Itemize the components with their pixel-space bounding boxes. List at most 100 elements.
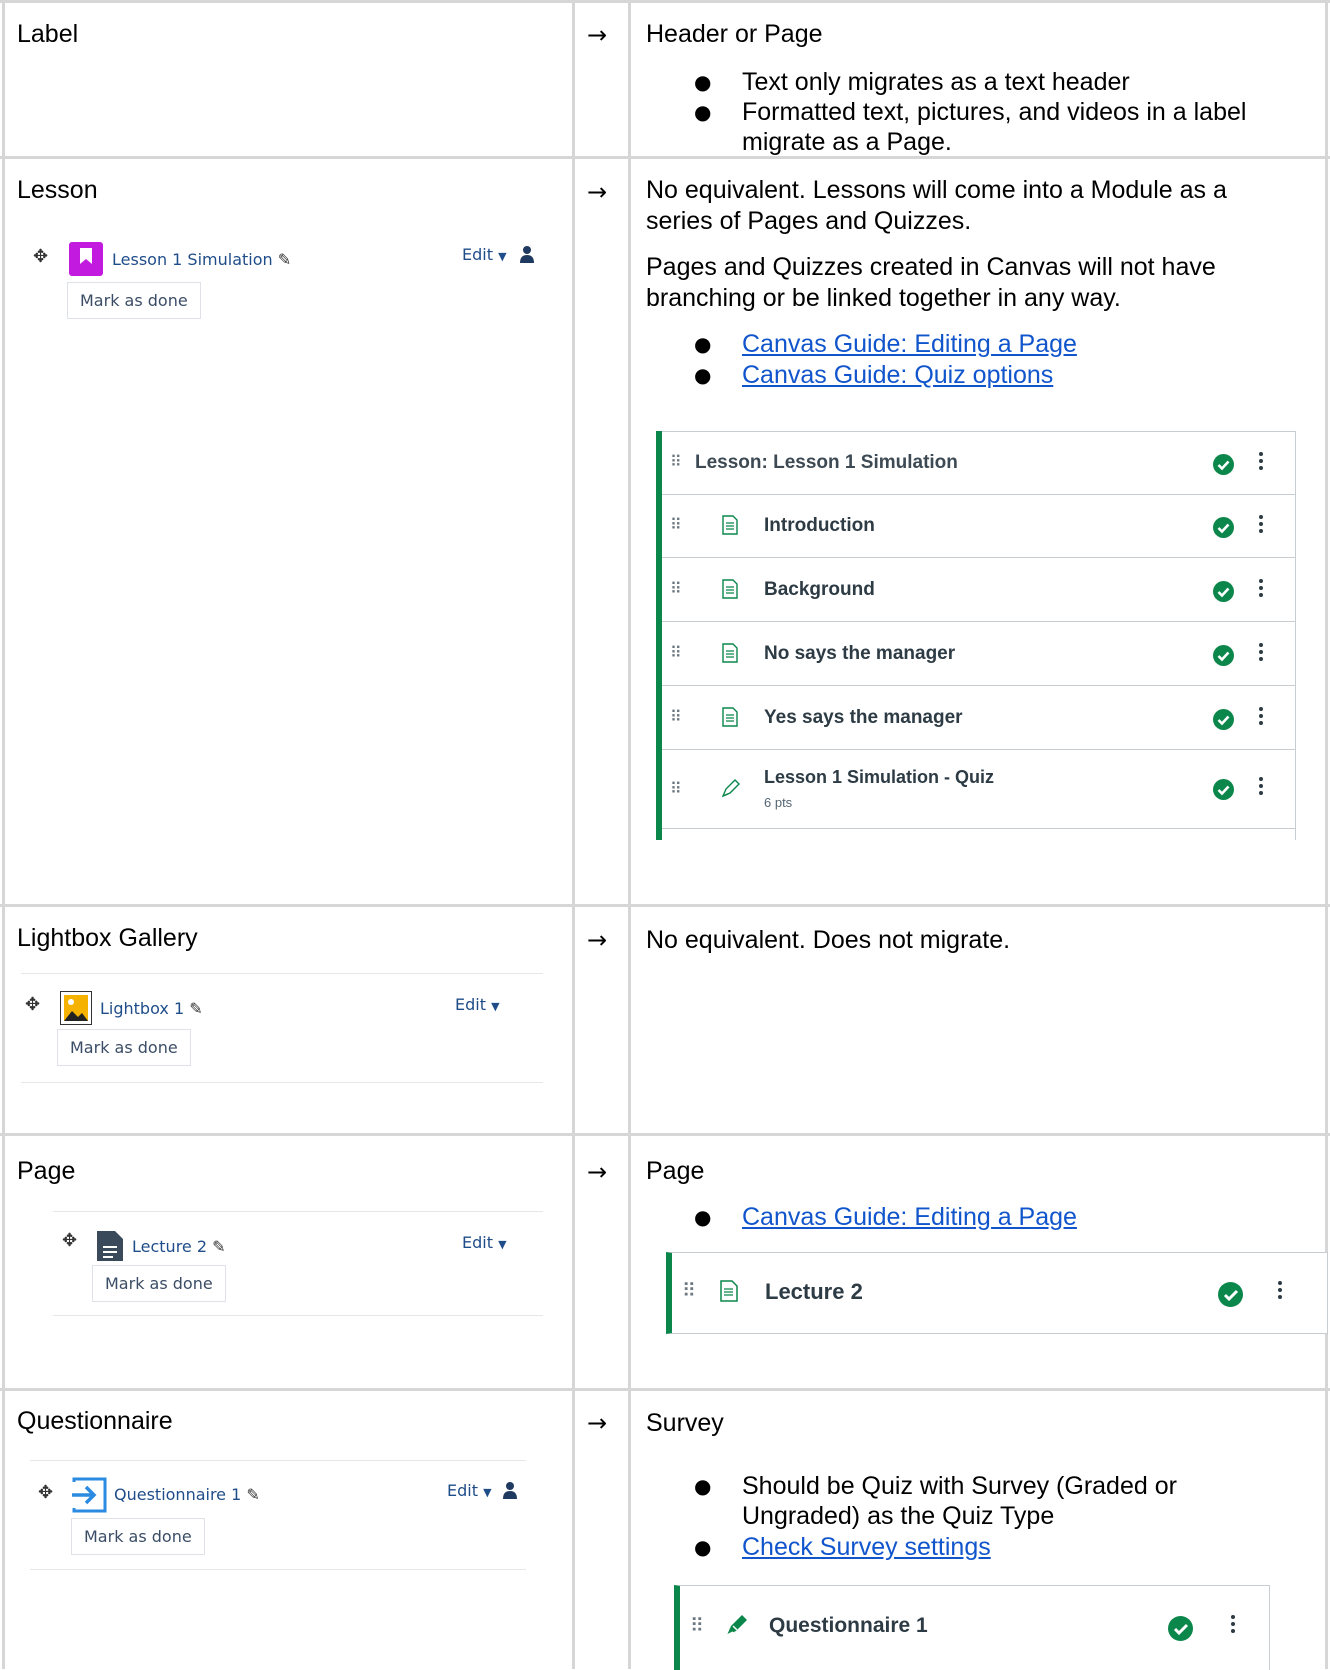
canvas-guide-editing-page-link[interactable]: Canvas Guide: Editing a Page	[742, 329, 1077, 359]
published-check-icon[interactable]	[1213, 517, 1234, 538]
image-icon	[60, 991, 92, 1025]
module-item[interactable]: ⠿ Introduction	[662, 493, 1295, 558]
kebab-menu-icon[interactable]	[1259, 707, 1263, 728]
kebab-menu-icon[interactable]	[1259, 515, 1263, 536]
canvas-text: branching or be linked together in any w…	[646, 284, 1121, 312]
drag-handle-icon[interactable]: ⠿	[670, 707, 682, 727]
row-divider	[0, 1133, 1330, 1136]
col-divider	[572, 0, 575, 1669]
published-check-icon[interactable]	[1213, 454, 1234, 475]
page-icon	[722, 643, 738, 668]
page-activity-link[interactable]: Lecture 2 ✎	[132, 1237, 226, 1256]
moodle-page-title: Page	[17, 1157, 76, 1185]
page-icon	[722, 515, 738, 540]
caret-down-icon: ▼	[491, 1000, 500, 1013]
arrow: →	[587, 1158, 608, 1186]
drag-handle-icon[interactable]: ⠿	[670, 643, 682, 663]
row-divider	[0, 0, 1330, 3]
moodle-label-title: Label	[17, 20, 79, 48]
canvas-module-item[interactable]: ⠿ Questionnaire 1	[674, 1585, 1270, 1670]
col-divider	[1325, 0, 1328, 1669]
drag-handle-icon[interactable]: ⠿	[670, 579, 682, 599]
published-check-icon[interactable]	[1213, 779, 1234, 800]
canvas-guide-editing-page-link[interactable]: Canvas Guide: Editing a Page	[742, 1202, 1077, 1232]
module-header[interactable]: ⠿ Lesson: Lesson 1 Simulation	[662, 431, 1295, 495]
lesson-activity-link[interactable]: Lesson 1 Simulation ✎	[112, 250, 291, 269]
drag-handle-icon[interactable]: ⠿	[690, 1615, 704, 1638]
page-icon	[722, 579, 738, 604]
module-item[interactable]: ⠿ Background	[662, 557, 1295, 622]
kebab-menu-icon[interactable]	[1278, 1281, 1282, 1302]
move-icon[interactable]: ✥	[62, 1230, 77, 1251]
separator	[53, 1315, 543, 1316]
kebab-menu-icon[interactable]	[1259, 579, 1263, 600]
separator	[30, 1569, 526, 1570]
pencil-icon[interactable]: ✎	[189, 999, 202, 1018]
col-divider	[628, 0, 631, 1669]
quiz-icon	[720, 777, 742, 804]
page-icon	[722, 707, 738, 732]
published-check-icon[interactable]	[1218, 1282, 1243, 1307]
quiz-icon	[724, 1612, 750, 1643]
module-item[interactable]: ⠿ No says the manager	[662, 621, 1295, 686]
edit-dropdown[interactable]: Edit ▼	[455, 995, 500, 1014]
pencil-icon[interactable]: ✎	[278, 250, 291, 269]
published-check-icon[interactable]	[1213, 709, 1234, 730]
canvas-title: Page	[646, 1157, 705, 1185]
edit-dropdown[interactable]: Edit ▼	[462, 245, 507, 264]
moodle-questionnaire-title: Questionnaire	[17, 1407, 173, 1435]
separator	[21, 973, 543, 974]
user-icon	[503, 1481, 517, 1504]
kebab-menu-icon[interactable]	[1259, 452, 1263, 473]
questionnaire-activity-link[interactable]: Questionnaire 1 ✎	[114, 1485, 260, 1504]
enter-icon	[70, 1476, 108, 1519]
module-item[interactable]: ⠿ Lesson 1 Simulation - Quiz 6 pts	[662, 749, 1295, 829]
module-item[interactable]: ⠿ Yes says the manager	[662, 685, 1295, 750]
moodle-lesson-title: Lesson	[17, 176, 98, 204]
caret-down-icon: ▼	[498, 250, 507, 263]
canvas-module: ⠿ Lesson: Lesson 1 Simulation ⠿ Introduc…	[656, 431, 1296, 840]
page-icon	[720, 1280, 738, 1307]
caret-down-icon: ▼	[498, 1238, 507, 1251]
kebab-menu-icon[interactable]	[1259, 777, 1263, 798]
kebab-menu-icon[interactable]	[1231, 1615, 1235, 1636]
canvas-text: Pages and Quizzes created in Canvas will…	[646, 253, 1216, 281]
points-label: 6 pts	[764, 795, 793, 810]
mark-as-done-button[interactable]: Mark as done	[67, 282, 201, 319]
user-icon	[520, 245, 534, 268]
canvas-module-item[interactable]: ⠿ Lecture 2	[666, 1252, 1328, 1334]
canvas-text: No equivalent. Lessons will come into a …	[646, 176, 1227, 204]
arrow: →	[587, 21, 608, 49]
col-divider	[2, 0, 5, 1669]
edit-dropdown[interactable]: Edit ▼	[447, 1481, 492, 1500]
kebab-menu-icon[interactable]	[1259, 643, 1263, 664]
move-icon[interactable]: ✥	[33, 246, 48, 267]
mark-as-done-button[interactable]: Mark as done	[57, 1029, 191, 1066]
mark-as-done-button[interactable]: Mark as done	[71, 1518, 205, 1555]
file-icon	[95, 1230, 125, 1267]
check-survey-settings-link[interactable]: Check Survey settings	[742, 1532, 991, 1562]
pencil-icon[interactable]: ✎	[246, 1485, 259, 1504]
drag-handle-icon[interactable]: ⠿	[682, 1280, 696, 1303]
row-divider	[0, 904, 1330, 907]
separator	[53, 1211, 543, 1212]
published-check-icon[interactable]	[1213, 645, 1234, 666]
separator	[30, 1460, 526, 1461]
canvas-guide-quiz-options-link[interactable]: Canvas Guide: Quiz options	[742, 360, 1053, 390]
arrow: →	[587, 178, 608, 206]
canvas-title: Header or Page	[646, 20, 823, 48]
pencil-icon[interactable]: ✎	[212, 1237, 225, 1256]
drag-handle-icon[interactable]: ⠿	[670, 452, 682, 472]
drag-handle-icon[interactable]: ⠿	[670, 515, 682, 535]
lightbox-activity-link[interactable]: Lightbox 1 ✎	[100, 999, 203, 1018]
move-icon[interactable]: ✥	[38, 1482, 53, 1503]
move-icon[interactable]: ✥	[25, 994, 40, 1015]
caret-down-icon: ▼	[483, 1486, 492, 1499]
published-check-icon[interactable]	[1213, 581, 1234, 602]
drag-handle-icon[interactable]: ⠿	[670, 779, 682, 799]
separator	[21, 1082, 543, 1083]
edit-dropdown[interactable]: Edit ▼	[462, 1233, 507, 1252]
lesson-icon	[69, 242, 103, 276]
published-check-icon[interactable]	[1168, 1616, 1193, 1641]
mark-as-done-button[interactable]: Mark as done	[92, 1265, 226, 1302]
